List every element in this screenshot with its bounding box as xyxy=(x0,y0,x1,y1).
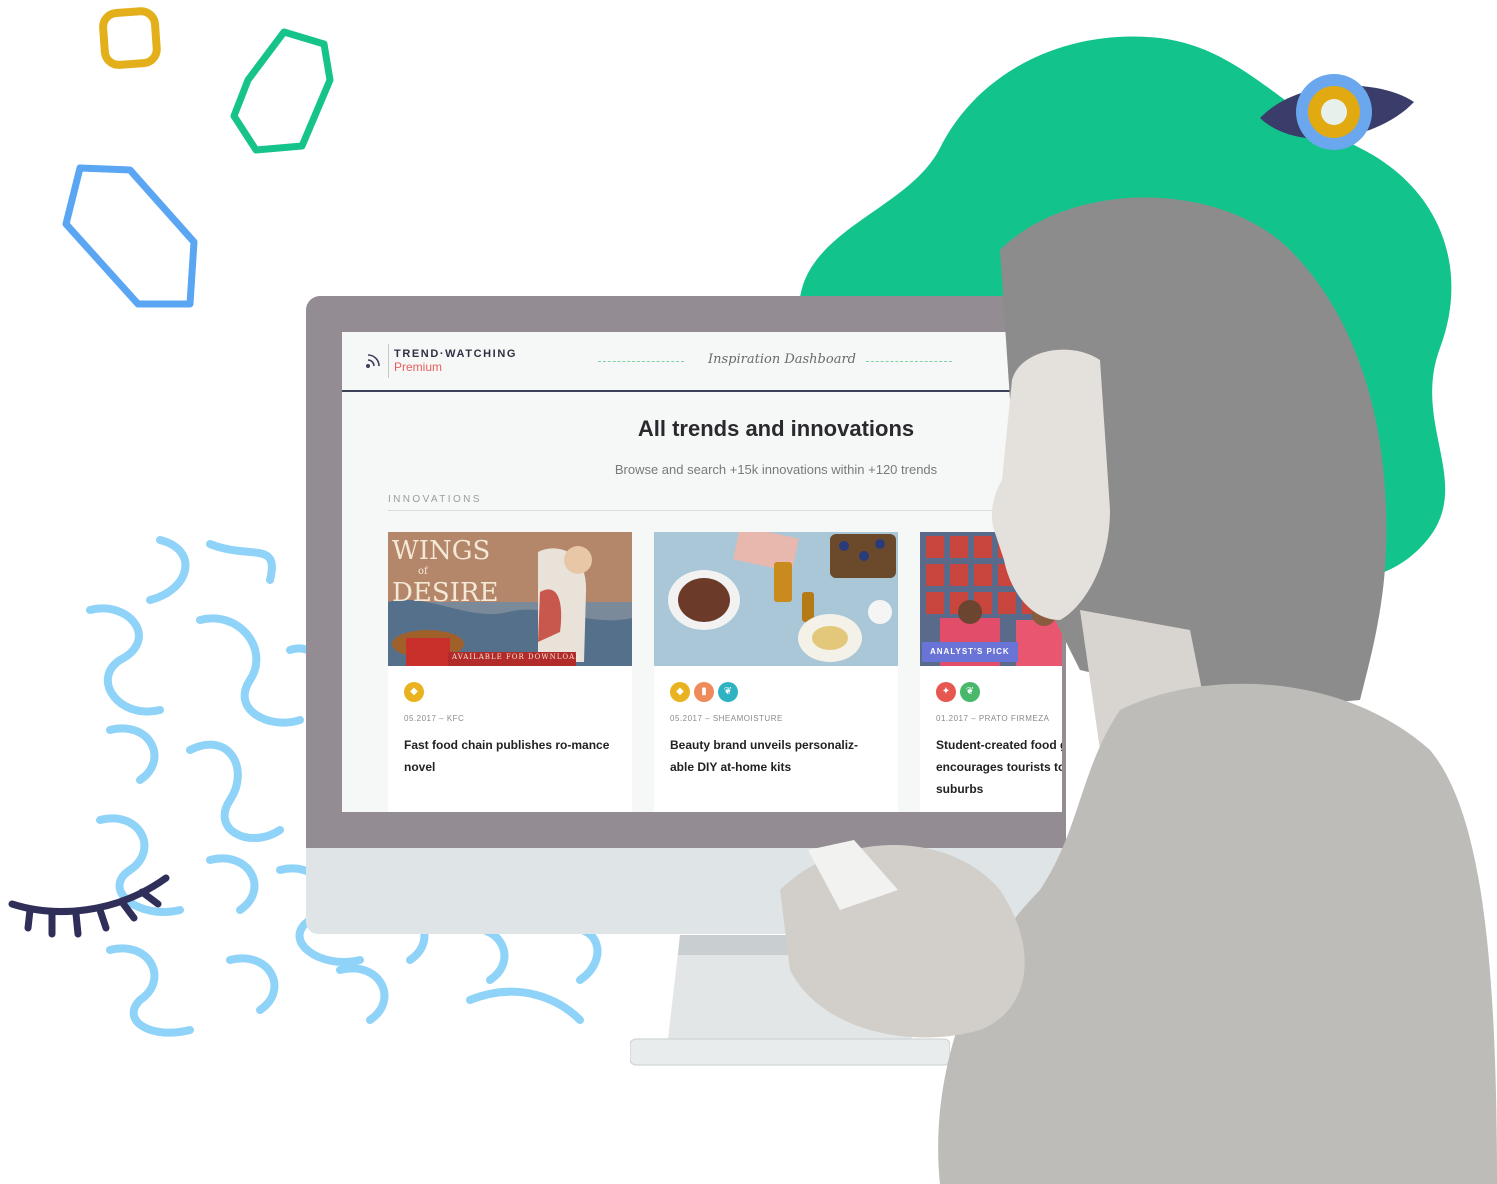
card-title[interactable]: Fast food chain publishes ro-mance novel xyxy=(404,734,614,778)
card-trend-icons: ◆ ▮ ❦ xyxy=(670,682,742,704)
rss-icon[interactable] xyxy=(364,350,384,370)
card-image-novel: WINGS of DESIRE AVAILABLE FOR DOWNLOAD xyxy=(388,532,632,666)
brand-tier: Premium xyxy=(394,360,443,374)
card-trend-icons: ◆ xyxy=(404,682,428,704)
card-meta: 05.2017 – KFC xyxy=(404,714,465,723)
image-title-of: of xyxy=(418,566,428,577)
decor-open-eye xyxy=(1260,74,1414,150)
leaf-icon[interactable]: ❦ xyxy=(718,682,738,702)
image-banner-download: AVAILABLE FOR DOWNLOAD xyxy=(452,653,582,661)
image-title-wings: WINGS xyxy=(392,536,491,566)
card-meta: 05.2017 – SHEAMOISTURE xyxy=(670,714,783,723)
brand-name[interactable]: TREND·WATCHING xyxy=(394,348,517,360)
decor-closed-eye xyxy=(8,874,170,938)
gem-icon[interactable]: ◆ xyxy=(404,682,424,702)
gem-icon[interactable]: ◆ xyxy=(670,682,690,702)
image-title-desire: DESIRE xyxy=(392,578,499,608)
title-rule-left xyxy=(598,361,684,362)
decor-blue-hexagon xyxy=(62,164,198,308)
decor-green-hexagon xyxy=(230,28,334,154)
logo-divider xyxy=(388,344,389,378)
section-label: INNOVATIONS xyxy=(388,494,482,505)
woman-illustration xyxy=(780,197,1497,1184)
innovation-card[interactable]: WINGS of DESIRE AVAILABLE FOR DOWNLOAD ◆… xyxy=(388,532,632,812)
decor-yellow-rounded-square xyxy=(99,7,161,69)
jar-icon[interactable]: ▮ xyxy=(694,682,714,702)
